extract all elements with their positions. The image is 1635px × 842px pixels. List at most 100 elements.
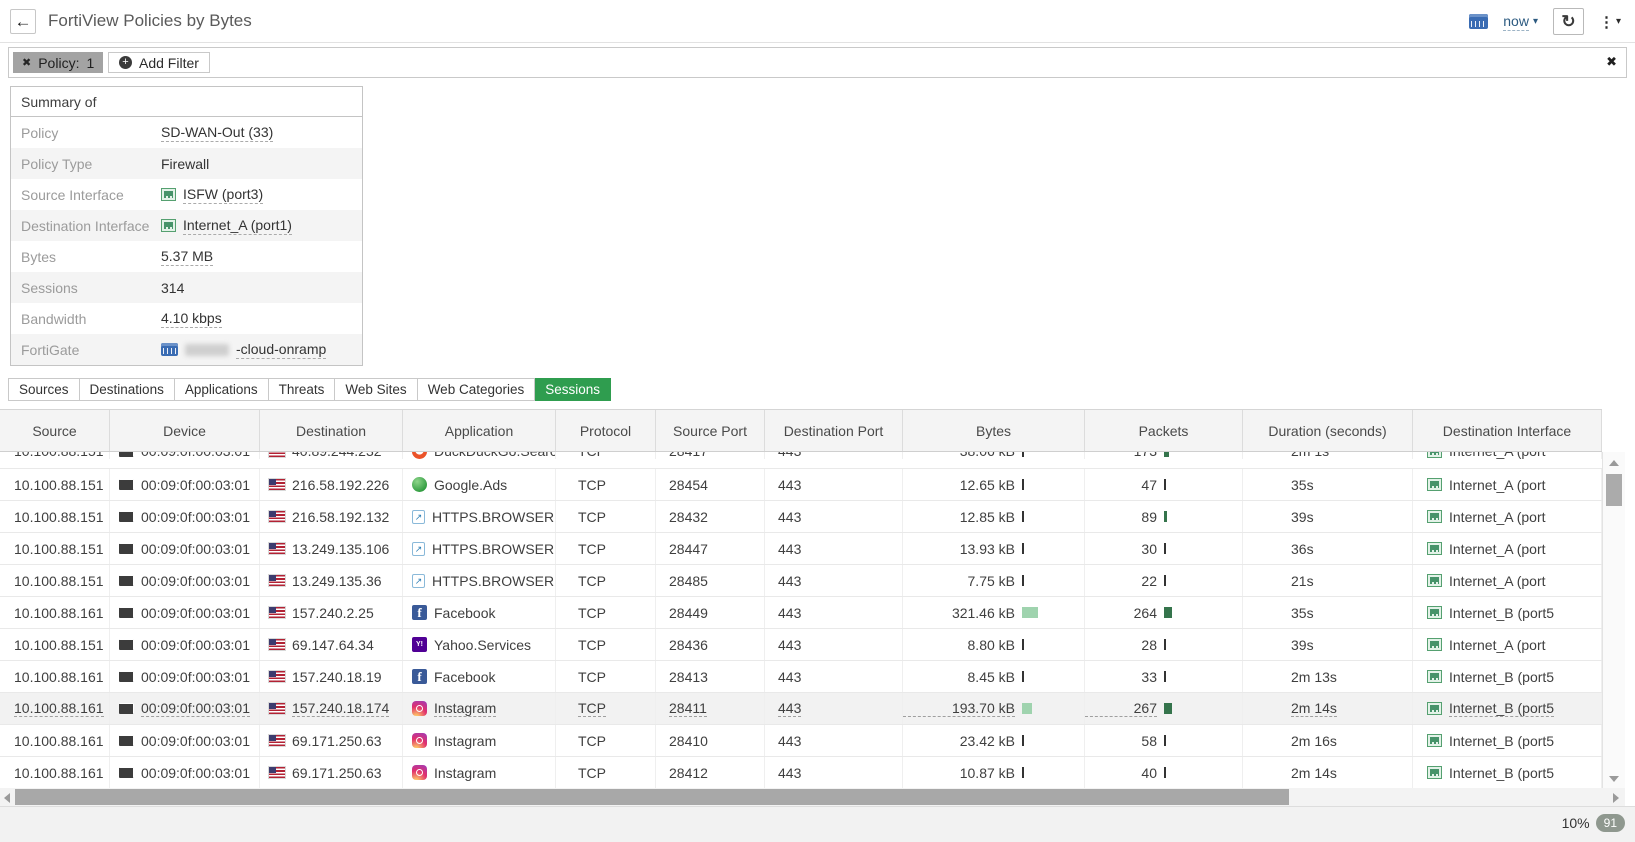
- cell-destination-interface[interactable]: Internet_A (port: [1413, 533, 1602, 564]
- more-options-menu[interactable]: ⋮ ▾: [1599, 13, 1621, 31]
- summary-value[interactable]: ISFW (port3): [161, 186, 264, 204]
- tab-web-sites[interactable]: Web Sites: [335, 378, 418, 401]
- cell-duration[interactable]: 2m 14s: [1243, 693, 1413, 724]
- cell-destination-port[interactable]: 443: [765, 469, 903, 500]
- cell-destination[interactable]: 13.249.135.36: [260, 565, 403, 596]
- cell-source-port[interactable]: 28485: [656, 565, 765, 596]
- cell-application[interactable]: Y! Yahoo.Services: [403, 629, 556, 660]
- cell-source[interactable]: 10.100.88.161: [0, 693, 110, 724]
- cell-device[interactable]: 00:09:0f:00:03:01: [110, 501, 260, 532]
- cell-application[interactable]: ↗ HTTPS.BROWSER: [403, 533, 556, 564]
- cell-duration[interactable]: 2m 14s: [1243, 757, 1413, 788]
- cell-destination[interactable]: 40.89.244.232: [260, 452, 403, 459]
- cell-packets[interactable]: 89: [1085, 501, 1243, 532]
- cell-packets[interactable]: 173: [1085, 452, 1243, 459]
- cell-destination[interactable]: 216.58.192.226: [260, 469, 403, 500]
- cell-destination-interface[interactable]: Internet_B (port5: [1413, 693, 1602, 724]
- tab-sessions[interactable]: Sessions: [535, 378, 612, 401]
- summary-value[interactable]: 5.37 MB: [161, 248, 214, 266]
- column-header-protocol[interactable]: Protocol: [556, 410, 656, 451]
- cell-duration[interactable]: 39s: [1243, 501, 1413, 532]
- cell-protocol[interactable]: TCP: [556, 565, 656, 596]
- table-row[interactable]: 10.100.88.15100:09:0f:00:03:0140.89.244.…: [0, 452, 1602, 469]
- column-header-bytes[interactable]: Bytes: [903, 410, 1085, 451]
- cell-packets[interactable]: 22: [1085, 565, 1243, 596]
- cell-source-port[interactable]: 28412: [656, 757, 765, 788]
- cell-source-port[interactable]: 28454: [656, 469, 765, 500]
- cell-application[interactable]: DuckDuckGo.Search: [403, 452, 556, 459]
- cell-source[interactable]: 10.100.88.161: [0, 597, 110, 628]
- cell-destination[interactable]: 157.240.18.174: [260, 693, 403, 724]
- cell-source-port[interactable]: 28436: [656, 629, 765, 660]
- cell-packets[interactable]: 33: [1085, 661, 1243, 692]
- cell-destination-port[interactable]: 443: [765, 565, 903, 596]
- cell-application[interactable]: Instagram: [403, 725, 556, 756]
- cell-device[interactable]: 00:09:0f:00:03:01: [110, 565, 260, 596]
- horizontal-scrollbar[interactable]: [0, 788, 1625, 806]
- cell-destination-interface[interactable]: Internet_A (port: [1413, 501, 1602, 532]
- cell-duration[interactable]: 35s: [1243, 597, 1413, 628]
- summary-value[interactable]: Internet_A (port1): [161, 217, 292, 235]
- cell-application[interactable]: ↗ HTTPS.BROWSER: [403, 501, 556, 532]
- cell-duration[interactable]: 35s: [1243, 469, 1413, 500]
- tab-threats[interactable]: Threats: [268, 378, 336, 401]
- cell-bytes[interactable]: 10.87 kB: [903, 757, 1085, 788]
- cell-protocol[interactable]: TCP: [556, 452, 656, 459]
- table-row[interactable]: 10.100.88.151 00:09:0f:00:03:01 69.147.64.…: [0, 629, 1602, 661]
- cell-device[interactable]: 00:09:0f:00:03:01: [110, 452, 260, 459]
- table-row[interactable]: 10.100.88.151 00:09:0f:00:03:01 13.249.135…: [0, 565, 1602, 597]
- cell-source[interactable]: 10.100.88.151: [0, 469, 110, 500]
- cell-device[interactable]: 00:09:0f:00:03:01: [110, 725, 260, 756]
- cell-source-port[interactable]: 28410: [656, 725, 765, 756]
- add-filter-button[interactable]: + Add Filter: [108, 52, 210, 73]
- cell-destination-port[interactable]: 443: [765, 452, 903, 459]
- cell-destination-interface[interactable]: Internet_B (port5: [1413, 725, 1602, 756]
- policy-filter-chip[interactable]: ✖ Policy: 1: [13, 52, 104, 73]
- cell-destination[interactable]: 69.171.250.63: [260, 725, 403, 756]
- summary-value[interactable]: -cloud-onramp: [161, 341, 327, 359]
- cell-bytes[interactable]: 193.70 kB: [903, 693, 1085, 724]
- cell-application[interactable]: Instagram: [403, 693, 556, 724]
- summary-value[interactable]: 4.10 kbps: [161, 310, 222, 328]
- cell-duration[interactable]: 21s: [1243, 565, 1413, 596]
- cell-destination-port[interactable]: 443: [765, 501, 903, 532]
- cell-protocol[interactable]: TCP: [556, 533, 656, 564]
- column-header-source[interactable]: Source: [0, 410, 110, 451]
- refresh-button[interactable]: ↻: [1552, 8, 1584, 35]
- cell-packets[interactable]: 267: [1085, 693, 1243, 724]
- column-header-duration-seconds-[interactable]: Duration (seconds): [1243, 410, 1413, 451]
- cell-protocol[interactable]: TCP: [556, 469, 656, 500]
- cell-source-port[interactable]: 28417: [656, 452, 765, 459]
- cell-destination[interactable]: 216.58.192.132: [260, 501, 403, 532]
- table-row[interactable]: 10.100.88.161 00:09:0f:00:03:01 157.240.18…: [0, 661, 1602, 693]
- cell-source[interactable]: 10.100.88.161: [0, 725, 110, 756]
- back-button[interactable]: ←: [10, 9, 36, 34]
- cell-destination-port[interactable]: 443: [765, 693, 903, 724]
- cell-packets[interactable]: 58: [1085, 725, 1243, 756]
- cell-destination-port[interactable]: 443: [765, 661, 903, 692]
- cell-bytes[interactable]: 13.93 kB: [903, 533, 1085, 564]
- cell-duration[interactable]: 36s: [1243, 533, 1413, 564]
- cell-packets[interactable]: 264: [1085, 597, 1243, 628]
- column-header-application[interactable]: Application: [403, 410, 556, 451]
- cell-bytes[interactable]: 38.06 kB: [903, 452, 1085, 459]
- table-row[interactable]: 10.100.88.151 00:09:0f:00:03:01 216.58.192…: [0, 469, 1602, 501]
- cell-destination-port[interactable]: 443: [765, 597, 903, 628]
- table-row[interactable]: 10.100.88.161 00:09:0f:00:03:01 157.240.2.…: [0, 597, 1602, 629]
- column-header-packets[interactable]: Packets: [1085, 410, 1243, 451]
- cell-device[interactable]: 00:09:0f:00:03:01: [110, 597, 260, 628]
- table-row[interactable]: 10.100.88.151 00:09:0f:00:03:01 13.249.135…: [0, 533, 1602, 565]
- cell-protocol[interactable]: TCP: [556, 661, 656, 692]
- scroll-down-icon[interactable]: [1609, 776, 1619, 782]
- vertical-scrollbar-thumb[interactable]: [1606, 474, 1622, 506]
- cell-device[interactable]: 00:09:0f:00:03:01: [110, 661, 260, 692]
- cell-destination-interface[interactable]: Internet_A (port: [1413, 469, 1602, 500]
- cell-protocol[interactable]: TCP: [556, 757, 656, 788]
- cell-source-port[interactable]: 28449: [656, 597, 765, 628]
- scroll-up-icon[interactable]: [1609, 460, 1619, 466]
- time-range-dropdown[interactable]: now ▾: [1503, 13, 1538, 31]
- table-row[interactable]: 10.100.88.161 00:09:0f:00:03:01 157.240.18…: [0, 693, 1602, 725]
- summary-value[interactable]: SD-WAN-Out (33): [161, 124, 274, 142]
- cell-source[interactable]: 10.100.88.151: [0, 565, 110, 596]
- cell-application[interactable]: f Facebook: [403, 597, 556, 628]
